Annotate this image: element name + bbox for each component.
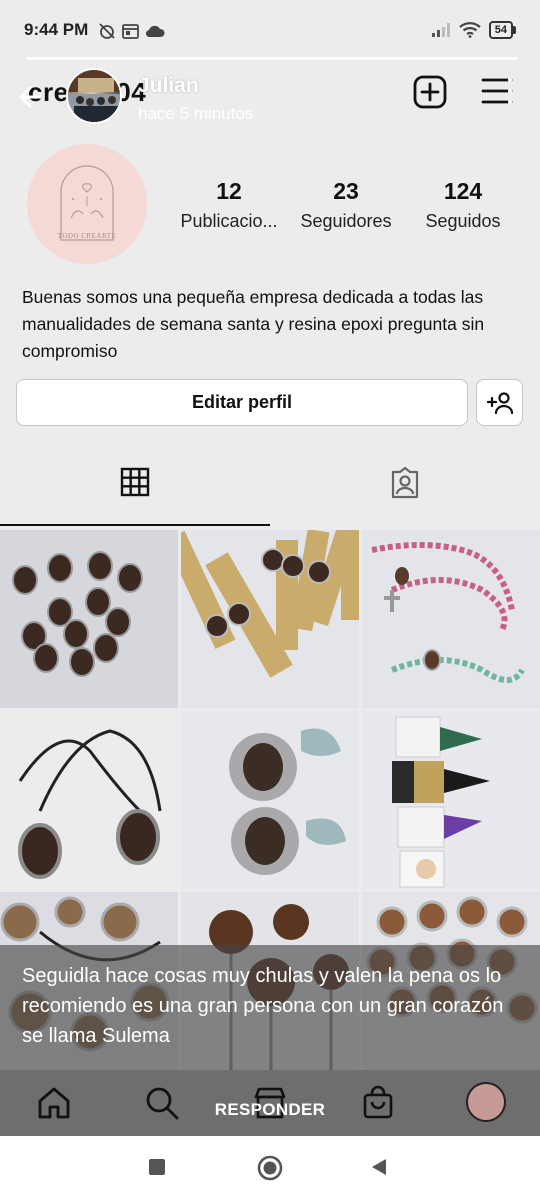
profile-avatar[interactable]: TODO CREARTE (27, 144, 147, 264)
reply-button[interactable]: RESPONDER (0, 1100, 540, 1120)
profile-header: TODO CREARTE 12 Publicacio... 23 Seguido… (0, 130, 540, 440)
status-icons-right: 54 (431, 21, 516, 39)
stat-following[interactable]: 124 Seguidos (415, 178, 511, 232)
profile-bio: Buenas somos una pequeña empresa dedicad… (22, 287, 485, 361)
story-time: hace 5 minutos (138, 104, 254, 123)
home-circle-icon[interactable] (257, 1155, 283, 1181)
status-time: 9:44 PM (24, 20, 89, 39)
tab-grid[interactable] (0, 440, 270, 526)
back-arrow-icon[interactable] (14, 82, 44, 112)
stat-following-label: Seguidos (425, 211, 501, 231)
stat-followers-count: 23 (333, 178, 359, 204)
stat-followers-label: Seguidores (300, 211, 392, 231)
calendar-icon (122, 24, 139, 39)
recents-square-icon[interactable] (148, 1158, 166, 1176)
grid-icon (120, 467, 150, 497)
post-thumbnail[interactable] (181, 530, 359, 708)
post-thumbnail[interactable] (362, 530, 540, 708)
back-triangle-icon[interactable] (370, 1158, 388, 1176)
bottom-navigation: RESPONDER (0, 1070, 540, 1136)
discover-people-button[interactable] (476, 379, 523, 426)
cellular-signal-icon (431, 23, 450, 37)
post-thumbnail[interactable] (0, 711, 178, 889)
post-thumbnail[interactable] (181, 711, 359, 889)
status-bar: 9:44 PM 54 (0, 0, 540, 60)
battery-icon: 54 (488, 21, 516, 39)
stat-posts[interactable]: 12 Publicacio... (174, 178, 284, 232)
top-bar: cre .04 Julian hace 5 minutos (0, 60, 540, 130)
logo-icon (60, 165, 114, 241)
stat-following-count: 124 (443, 178, 483, 204)
story-caption-overlay: Seguidla hace cosas muy chulas y valen l… (0, 945, 540, 1070)
avatar-logo-text: TODO CREARTE (57, 232, 117, 240)
system-navigation (0, 1136, 540, 1200)
stat-posts-count: 12 (216, 178, 242, 204)
edit-profile-button[interactable]: Editar perfil (16, 379, 468, 426)
story-username[interactable]: Julian (138, 74, 199, 98)
menu-icon[interactable] (480, 74, 514, 108)
tab-tagged[interactable] (270, 440, 540, 526)
stat-posts-label: Publicacio... (180, 211, 278, 231)
story-user-avatar[interactable] (66, 68, 122, 124)
post-thumbnail[interactable] (362, 711, 540, 889)
stat-followers[interactable]: 23 Seguidores (294, 178, 398, 232)
cloud-icon (145, 25, 165, 38)
bag-icon[interactable] (360, 1085, 396, 1121)
tagged-person-icon (391, 467, 419, 499)
muted-alarm-icon (99, 23, 115, 39)
wifi-icon (459, 22, 481, 38)
status-icons-left (98, 22, 165, 40)
post-thumbnail[interactable] (0, 530, 178, 708)
add-post-icon[interactable] (412, 74, 448, 110)
add-person-icon (486, 391, 513, 414)
battery-level: 54 (488, 21, 513, 39)
profile-tabs (0, 440, 540, 526)
profile-tab-avatar[interactable] (466, 1082, 506, 1122)
story-caption: Seguidla hace cosas muy chulas y valen l… (22, 965, 504, 1047)
